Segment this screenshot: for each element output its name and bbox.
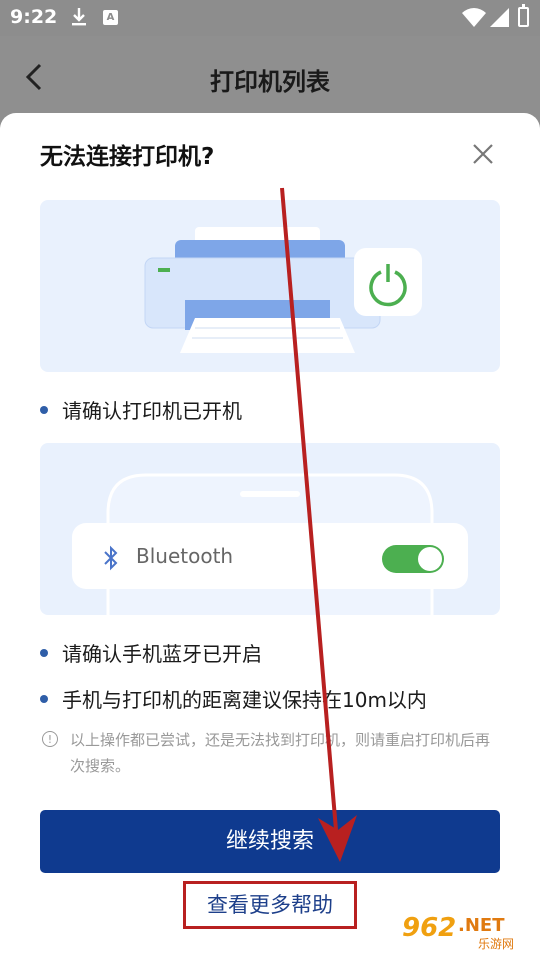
step-distance: 手机与打印机的距离建议保持在10m以内 [40,684,427,713]
status-time: 9:22 [10,6,58,28]
more-help-link[interactable]: 查看更多帮助 [183,881,357,929]
status-bar: 9:22 A [0,0,540,36]
step-bluetooth-on: 请确认手机蓝牙已开启 [40,638,262,667]
download-icon [70,7,88,31]
troubleshoot-sheet: 无法连接打印机? 请确认打印机已开机 Bluetooth 请确认手机蓝牙已开启 … [0,113,540,960]
step-text: 手机与打印机的距离建议保持在10m以内 [62,688,427,712]
printer-illustration [40,200,500,372]
bluetooth-icon [102,545,120,575]
watermark-number: 962 [402,913,457,943]
watermark-logo: 962 .NET 乐游网 [402,913,536,955]
retry-note: ! 以上操作都已尝试，还是无法找到打印机，则请重启打印机后再次搜索。 [42,727,502,779]
watermark-suffix: .NET [458,915,505,936]
close-icon[interactable] [470,141,496,167]
bluetooth-illustration: Bluetooth [40,443,500,615]
note-text: 以上操作都已尝试，还是无法找到打印机，则请重启打印机后再次搜索。 [70,731,491,775]
dialog-title: 无法连接打印机? [40,144,215,170]
page-title: 打印机列表 [210,68,330,96]
toggle-knob [418,547,442,571]
continue-search-button[interactable]: 继续搜索 [40,810,500,873]
step-text: 请确认打印机已开机 [62,399,242,423]
notification-icon: A [103,10,118,25]
step-power-on: 请确认打印机已开机 [40,395,242,424]
bluetooth-label: Bluetooth [136,544,234,568]
info-icon: ! [42,731,58,747]
bullet-icon [40,694,48,703]
signal-icon [490,8,510,32]
bluetooth-toggle [382,545,444,573]
step-text: 请确认手机蓝牙已开启 [62,642,262,666]
watermark-sub: 乐游网 [478,937,515,951]
bluetooth-setting-row: Bluetooth [72,523,468,589]
bullet-icon [40,405,48,414]
bullet-icon [40,648,48,657]
wifi-icon [462,8,486,32]
printer-icon [144,227,422,353]
app-header: 打印机列表 [0,36,540,116]
battery-icon [518,4,529,27]
